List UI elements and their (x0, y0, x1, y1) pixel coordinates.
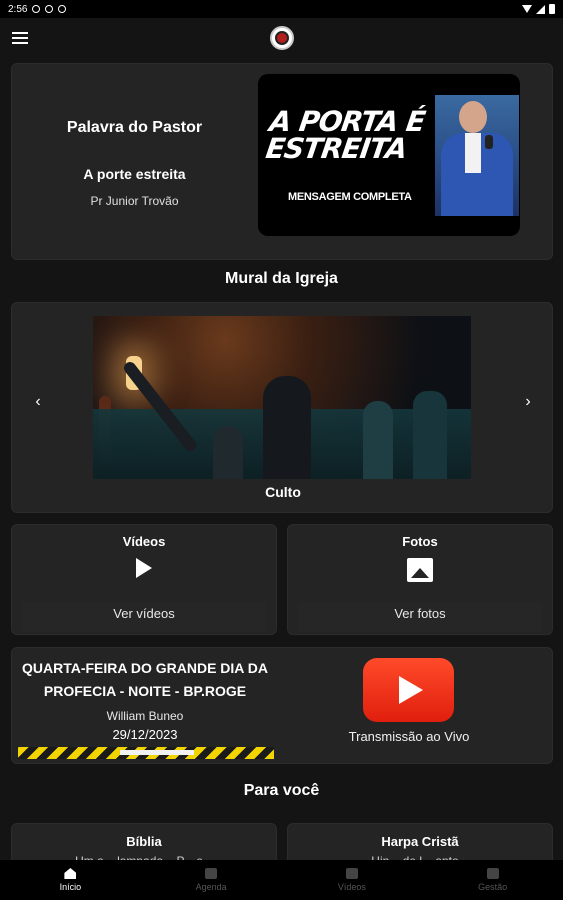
nav-item-videos[interactable]: Vídeos (282, 860, 423, 900)
battery-icon (549, 4, 555, 14)
status-bar: 2:56 (0, 0, 563, 18)
play-icon (136, 558, 152, 578)
chevron-left-icon[interactable]: ‹ (28, 393, 48, 411)
pastor-message-title: A porte estreita (83, 166, 186, 182)
pastor-photo (435, 95, 519, 216)
photos-card-title: Fotos (402, 534, 438, 549)
calendar-icon (205, 868, 218, 879)
nav-item-home[interactable]: Início (0, 860, 141, 900)
live-preacher-name: William Buneo (106, 709, 184, 723)
nav-item-management[interactable]: Gestão (422, 860, 563, 900)
more-icon (486, 868, 499, 879)
mural-image[interactable] (93, 316, 471, 479)
thumbnail-headline: A PORTA É ESTREITA (263, 105, 427, 165)
signal-icon (536, 4, 545, 14)
nav-label: Agenda (195, 882, 227, 892)
live-stream-card[interactable]: QUARTA-FEIRA DO GRANDE DIA DA PROFECIA -… (11, 647, 553, 764)
live-date: 29/12/2023 (112, 727, 178, 742)
mural-section-title: Mural da Igreja (225, 270, 338, 287)
menu-icon[interactable] (12, 32, 28, 44)
for-you-section-title: Para você (243, 782, 320, 799)
live-event-title: QUARTA-FEIRA DO GRANDE DIA DA PROFECIA -… (21, 660, 269, 699)
status-time: 2:56 (8, 3, 28, 15)
pastor-card-title: Palavra do Pastor (66, 119, 203, 136)
mural-caption: Culto (265, 484, 301, 500)
nav-item-agenda[interactable]: Agenda (141, 860, 282, 900)
wifi-icon (522, 5, 532, 13)
sermon-thumbnail[interactable]: A PORTA É ESTREITA MENSAGEM COMPLETA (258, 74, 520, 236)
videos-card[interactable]: Vídeos Ver vídeos (11, 524, 277, 635)
chevron-right-icon[interactable]: › (518, 393, 538, 411)
mural-carousel: ‹ › Culto (11, 302, 553, 513)
bottom-navigation: Início Agenda Vídeos Gestão (0, 860, 563, 900)
hymnal-card-title: Harpa Cristã (381, 834, 459, 849)
live-stream-label: Transmissão ao Vivo (348, 729, 470, 744)
pastor-name: Pr Junior Trovão (90, 194, 179, 208)
app-bar (0, 18, 563, 58)
video-icon (345, 868, 358, 879)
home-icon (64, 868, 77, 879)
pastor-word-card[interactable]: Palavra do Pastor A porte estreita Pr Ju… (11, 63, 553, 260)
shield-status-icon (58, 5, 67, 13)
warning-stripe (18, 747, 274, 759)
nav-label: Gestão (478, 882, 508, 892)
church-logo (270, 26, 294, 50)
photos-card[interactable]: Fotos Ver fotos (287, 524, 553, 635)
bible-card-title: Bíblia (126, 834, 162, 849)
image-icon (407, 558, 433, 582)
youtube-play-icon[interactable] (363, 658, 454, 722)
nav-label: Início (59, 882, 82, 892)
see-photos-button[interactable]: Ver fotos (298, 602, 542, 632)
thumbnail-subtitle: MENSAGEM COMPLETA (288, 191, 412, 203)
settings-status-icon (32, 5, 41, 13)
videos-card-title: Vídeos (122, 534, 166, 549)
nav-label: Vídeos (337, 882, 366, 892)
info-status-icon (45, 5, 54, 13)
see-videos-button[interactable]: Ver vídeos (22, 602, 266, 632)
